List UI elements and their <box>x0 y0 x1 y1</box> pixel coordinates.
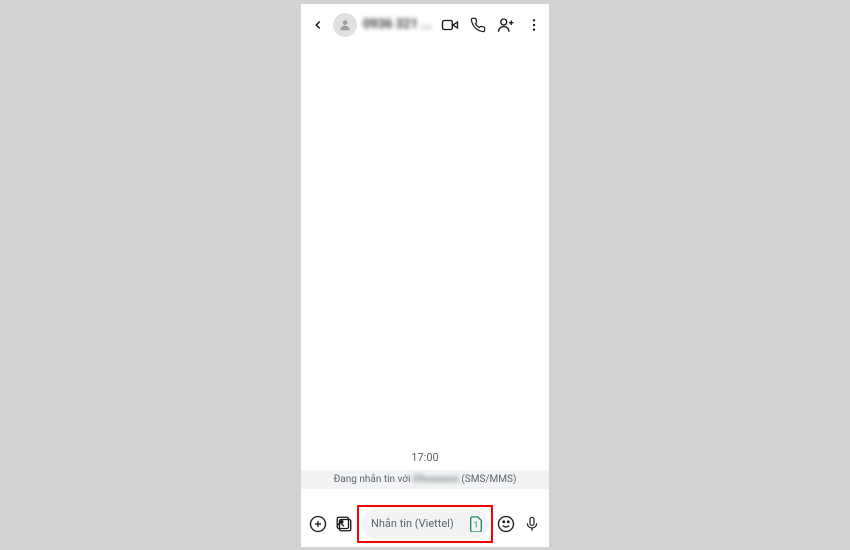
info-suffix: (SMS/MMS) <box>459 474 517 485</box>
gallery-button[interactable] <box>335 515 353 533</box>
video-icon <box>441 16 459 34</box>
sim-icon: 1 <box>469 516 483 532</box>
more-vertical-icon <box>526 17 542 33</box>
message-input-wrap: Nhắn tin (Viettel) 1 <box>361 509 489 539</box>
plus-circle-icon <box>309 514 327 534</box>
emoji-icon <box>497 515 515 533</box>
contact-avatar[interactable] <box>333 13 357 37</box>
video-call-button[interactable] <box>441 16 459 34</box>
message-timestamp: 17:00 <box>301 451 549 464</box>
phone-icon <box>470 17 486 33</box>
mic-icon <box>524 515 540 533</box>
svg-text:1: 1 <box>474 520 479 529</box>
gallery-icon <box>335 515 353 533</box>
header-actions <box>441 16 543 34</box>
add-attachment-button[interactable] <box>309 515 327 533</box>
add-person-button[interactable] <box>497 16 515 34</box>
voice-input-button[interactable] <box>523 515 541 533</box>
messaging-app-screen: 0936 321 ... <box>301 4 549 547</box>
back-button[interactable] <box>307 14 329 36</box>
info-prefix: Đang nhắn tin với <box>334 474 413 485</box>
input-placeholder: Nhắn tin (Viettel) <box>371 517 465 530</box>
message-input[interactable]: Nhắn tin (Viettel) 1 <box>361 509 489 539</box>
sim-selector[interactable]: 1 <box>469 517 483 531</box>
conversation-header: 0936 321 ... <box>301 4 549 46</box>
message-composer: Nhắn tin (Viettel) 1 <box>301 509 549 539</box>
person-icon <box>338 18 352 32</box>
composer-right-actions <box>497 515 541 533</box>
composer-left-actions <box>309 515 353 533</box>
add-person-icon <box>497 16 515 34</box>
voice-call-button[interactable] <box>469 16 487 34</box>
contact-name[interactable]: 0936 321 ... <box>363 17 437 32</box>
emoji-button[interactable] <box>497 515 515 533</box>
sms-info-banner: Đang nhắn tin với 09xxxxxxx (SMS/MMS) <box>301 470 549 489</box>
info-phone-blurred: 09xxxxxxx <box>413 474 459 485</box>
chevron-left-icon <box>311 18 325 32</box>
more-options-button[interactable] <box>525 16 543 34</box>
conversation-area[interactable]: 17:00 Đang nhắn tin với 09xxxxxxx (SMS/M… <box>301 46 549 489</box>
